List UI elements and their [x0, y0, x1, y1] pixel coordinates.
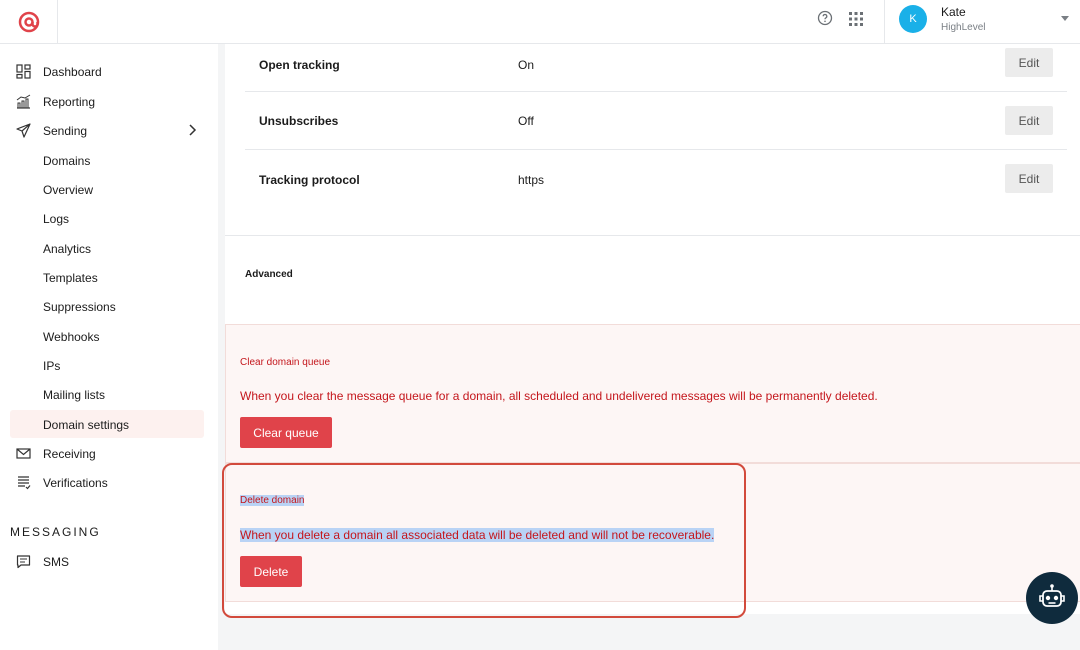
- sidebar-item-ips[interactable]: IPs: [10, 351, 204, 379]
- sidebar-item-label: Domain settings: [43, 418, 130, 432]
- sidebar-item-analytics[interactable]: Analytics: [10, 234, 204, 262]
- main-content: Open tracking On Edit Unsubscribes Off E…: [218, 44, 1080, 650]
- delete-domain-description: When you delete a domain all associated …: [240, 528, 715, 542]
- sidebar-item-label: Mailing lists: [43, 388, 106, 402]
- chat-assistant-button[interactable]: [1026, 572, 1078, 624]
- clear-queue-title: Clear domain queue: [240, 357, 331, 368]
- help-icon[interactable]: [817, 10, 833, 26]
- setting-value: On: [518, 58, 535, 72]
- chevron-right-icon: [189, 124, 197, 136]
- user-org: HighLevel: [941, 22, 986, 33]
- sidebar-item-receiving[interactable]: Receiving: [10, 439, 204, 467]
- edit-button[interactable]: Edit: [1005, 106, 1053, 135]
- sidebar-item-reporting[interactable]: Reporting: [10, 87, 204, 115]
- clear-queue-button[interactable]: Clear queue: [240, 417, 332, 448]
- sidebar-item-overview[interactable]: Overview: [10, 175, 204, 203]
- sidebar-item-webhooks[interactable]: Webhooks: [10, 322, 204, 350]
- setting-key: Unsubscribes: [259, 114, 339, 128]
- mail-icon: [16, 448, 31, 459]
- sidebar-item-domains[interactable]: Domains: [10, 146, 204, 174]
- sidebar-item-dashboard[interactable]: Dashboard: [10, 57, 204, 85]
- sidebar-item-label: Analytics: [43, 242, 92, 256]
- setting-value: Off: [518, 114, 534, 128]
- delete-domain-title: Delete domain: [240, 495, 305, 506]
- sidebar-item-suppressions[interactable]: Suppressions: [10, 292, 204, 320]
- settings-row-open-tracking: Open tracking On Edit: [245, 34, 1067, 92]
- sidebar-item-domain-settings[interactable]: Domain settings: [10, 410, 204, 438]
- sidebar-item-mailing-lists[interactable]: Mailing lists: [10, 380, 204, 408]
- sidebar-item-label: Receiving: [43, 447, 96, 461]
- sidebar-item-logs[interactable]: Logs: [10, 204, 204, 232]
- settings-row-tracking-protocol: Tracking protocol https Edit: [245, 150, 1067, 208]
- setting-value: https: [518, 173, 545, 187]
- logo[interactable]: [0, 0, 58, 43]
- sidebar-item-label: Reporting: [43, 95, 96, 109]
- sidebar-item-verifications[interactable]: Verifications: [10, 468, 204, 496]
- sidebar-item-label: Sending: [43, 124, 88, 138]
- list-check-icon: [18, 476, 31, 490]
- section-label-messaging: MESSAGING: [10, 525, 101, 539]
- sidebar-item-label: Templates: [43, 271, 98, 285]
- robot-icon: [1039, 584, 1065, 607]
- advanced-heading: Advanced: [245, 269, 293, 280]
- apps-grid-icon[interactable]: [848, 11, 864, 27]
- settings-row-unsubscribes: Unsubscribes Off Edit: [245, 92, 1067, 150]
- user-name: Kate: [941, 5, 966, 19]
- at-sign-logo-icon: [18, 11, 39, 32]
- edit-button[interactable]: Edit: [1005, 48, 1053, 77]
- chevron-down-icon: [1061, 16, 1069, 21]
- chat-icon: [16, 555, 31, 569]
- edit-button[interactable]: Edit: [1005, 164, 1053, 193]
- sidebar-item-label: Suppressions: [43, 300, 116, 314]
- sidebar-item-sms[interactable]: SMS: [10, 547, 204, 575]
- sidebar-item-label: IPs: [43, 359, 61, 373]
- sidebar-item-label: Verifications: [43, 476, 108, 490]
- sidebar: Dashboard Reporting Sending Domains Over…: [0, 44, 218, 650]
- dashboard-icon: [16, 64, 31, 79]
- setting-key: Tracking protocol: [259, 173, 360, 187]
- delete-domain-panel: Delete domain When you delete a domain a…: [225, 463, 1080, 602]
- sidebar-item-sending[interactable]: Sending: [10, 116, 204, 144]
- delete-domain-button[interactable]: Delete: [240, 556, 302, 587]
- send-icon: [16, 123, 31, 138]
- sidebar-item-label: Domains: [43, 154, 91, 168]
- clear-queue-description: When you clear the message queue for a d…: [240, 389, 878, 403]
- sidebar-item-label: Dashboard: [43, 65, 102, 79]
- divider: [225, 235, 1080, 236]
- reporting-chart-icon: [16, 94, 31, 109]
- sidebar-item-label: Logs: [43, 212, 70, 226]
- setting-key: Open tracking: [259, 58, 340, 72]
- sidebar-item-label: SMS: [43, 555, 70, 569]
- clear-queue-panel: Clear domain queue When you clear the me…: [225, 324, 1080, 463]
- avatar: K: [899, 5, 927, 33]
- sidebar-item-label: Webhooks: [43, 330, 100, 344]
- sidebar-item-templates[interactable]: Templates: [10, 263, 204, 291]
- sidebar-item-label: Overview: [43, 183, 94, 197]
